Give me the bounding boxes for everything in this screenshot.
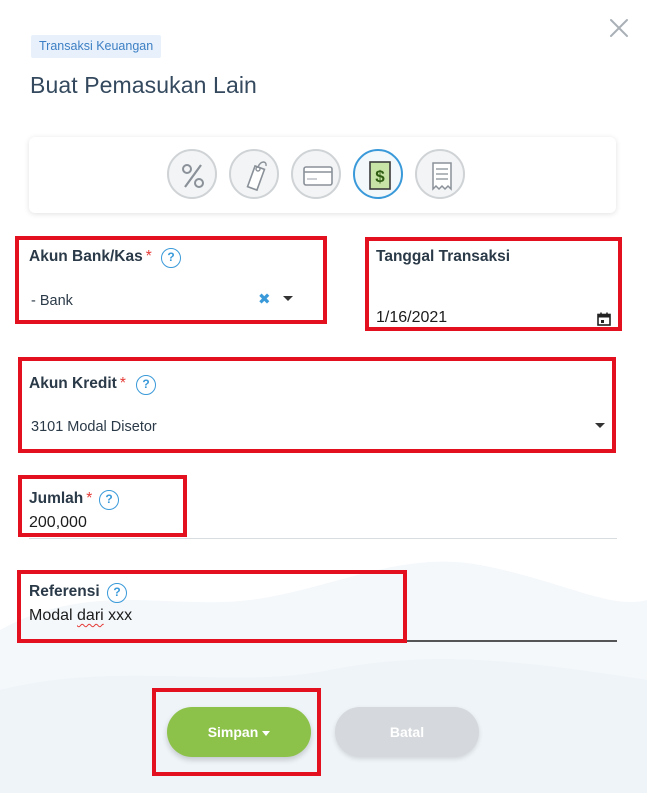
bank-account-help-icon[interactable]: ? — [161, 248, 181, 268]
dollar-bill-icon: $ — [369, 161, 391, 190]
close-icon[interactable] — [607, 16, 631, 40]
bank-account-select[interactable]: - Bank — [31, 293, 73, 309]
clear-selection-icon[interactable]: ✖ — [258, 290, 271, 308]
save-button[interactable]: Simpan — [167, 707, 311, 757]
credit-account-label: Akun Kredit * — [29, 375, 126, 392]
required-marker: * — [119, 375, 126, 392]
chevron-down-icon[interactable] — [283, 296, 293, 301]
amount-input[interactable]: 200,000 — [29, 514, 87, 532]
transaction-type-selector: $ — [29, 137, 616, 213]
caret-down-icon — [262, 730, 271, 736]
page-title: Buat Pemasukan Lain — [30, 72, 257, 98]
credit-account-help-icon[interactable]: ? — [136, 375, 156, 395]
transaction-date-input[interactable]: 1/16/2021 — [376, 309, 447, 327]
breadcrumb: Transaksi Keuangan — [31, 35, 162, 58]
tag-type-button[interactable] — [229, 149, 279, 199]
bank-account-label: Akun Bank/Kas * — [29, 248, 152, 265]
amount-label: Jumlah * — [29, 490, 93, 507]
amount-underline — [29, 538, 617, 539]
reference-input[interactable]: Modal dari xxx — [29, 607, 132, 625]
transaction-date-label: Tanggal Transaksi — [376, 248, 511, 265]
amount-help-icon[interactable]: ? — [99, 490, 119, 510]
required-marker: * — [145, 248, 152, 265]
percent-icon — [182, 164, 204, 188]
chevron-down-icon[interactable] — [595, 423, 605, 428]
credit-card-icon — [303, 166, 333, 186]
calendar-icon[interactable] — [597, 312, 611, 326]
receipt-icon — [432, 162, 452, 191]
percent-type-button[interactable] — [167, 149, 217, 199]
svg-text:$: $ — [375, 167, 385, 186]
credit-account-select[interactable]: 3101 Modal Disetor — [31, 419, 157, 435]
price-tag-icon — [246, 161, 267, 192]
highlight-box-credit-account — [18, 357, 616, 453]
required-marker: * — [86, 490, 93, 507]
background-waves — [0, 561, 647, 793]
reference-help-icon[interactable]: ? — [107, 583, 127, 603]
cash-type-button[interactable]: $ — [353, 149, 403, 199]
card-type-button[interactable] — [291, 149, 341, 199]
modal-dialog: Transaksi Keuangan Buat Pemasukan Lain $… — [0, 0, 647, 793]
reference-underline — [29, 640, 617, 642]
receipt-type-button[interactable] — [415, 149, 465, 199]
cancel-button: Batal — [335, 707, 479, 757]
reference-label: Referensi — [29, 583, 100, 600]
